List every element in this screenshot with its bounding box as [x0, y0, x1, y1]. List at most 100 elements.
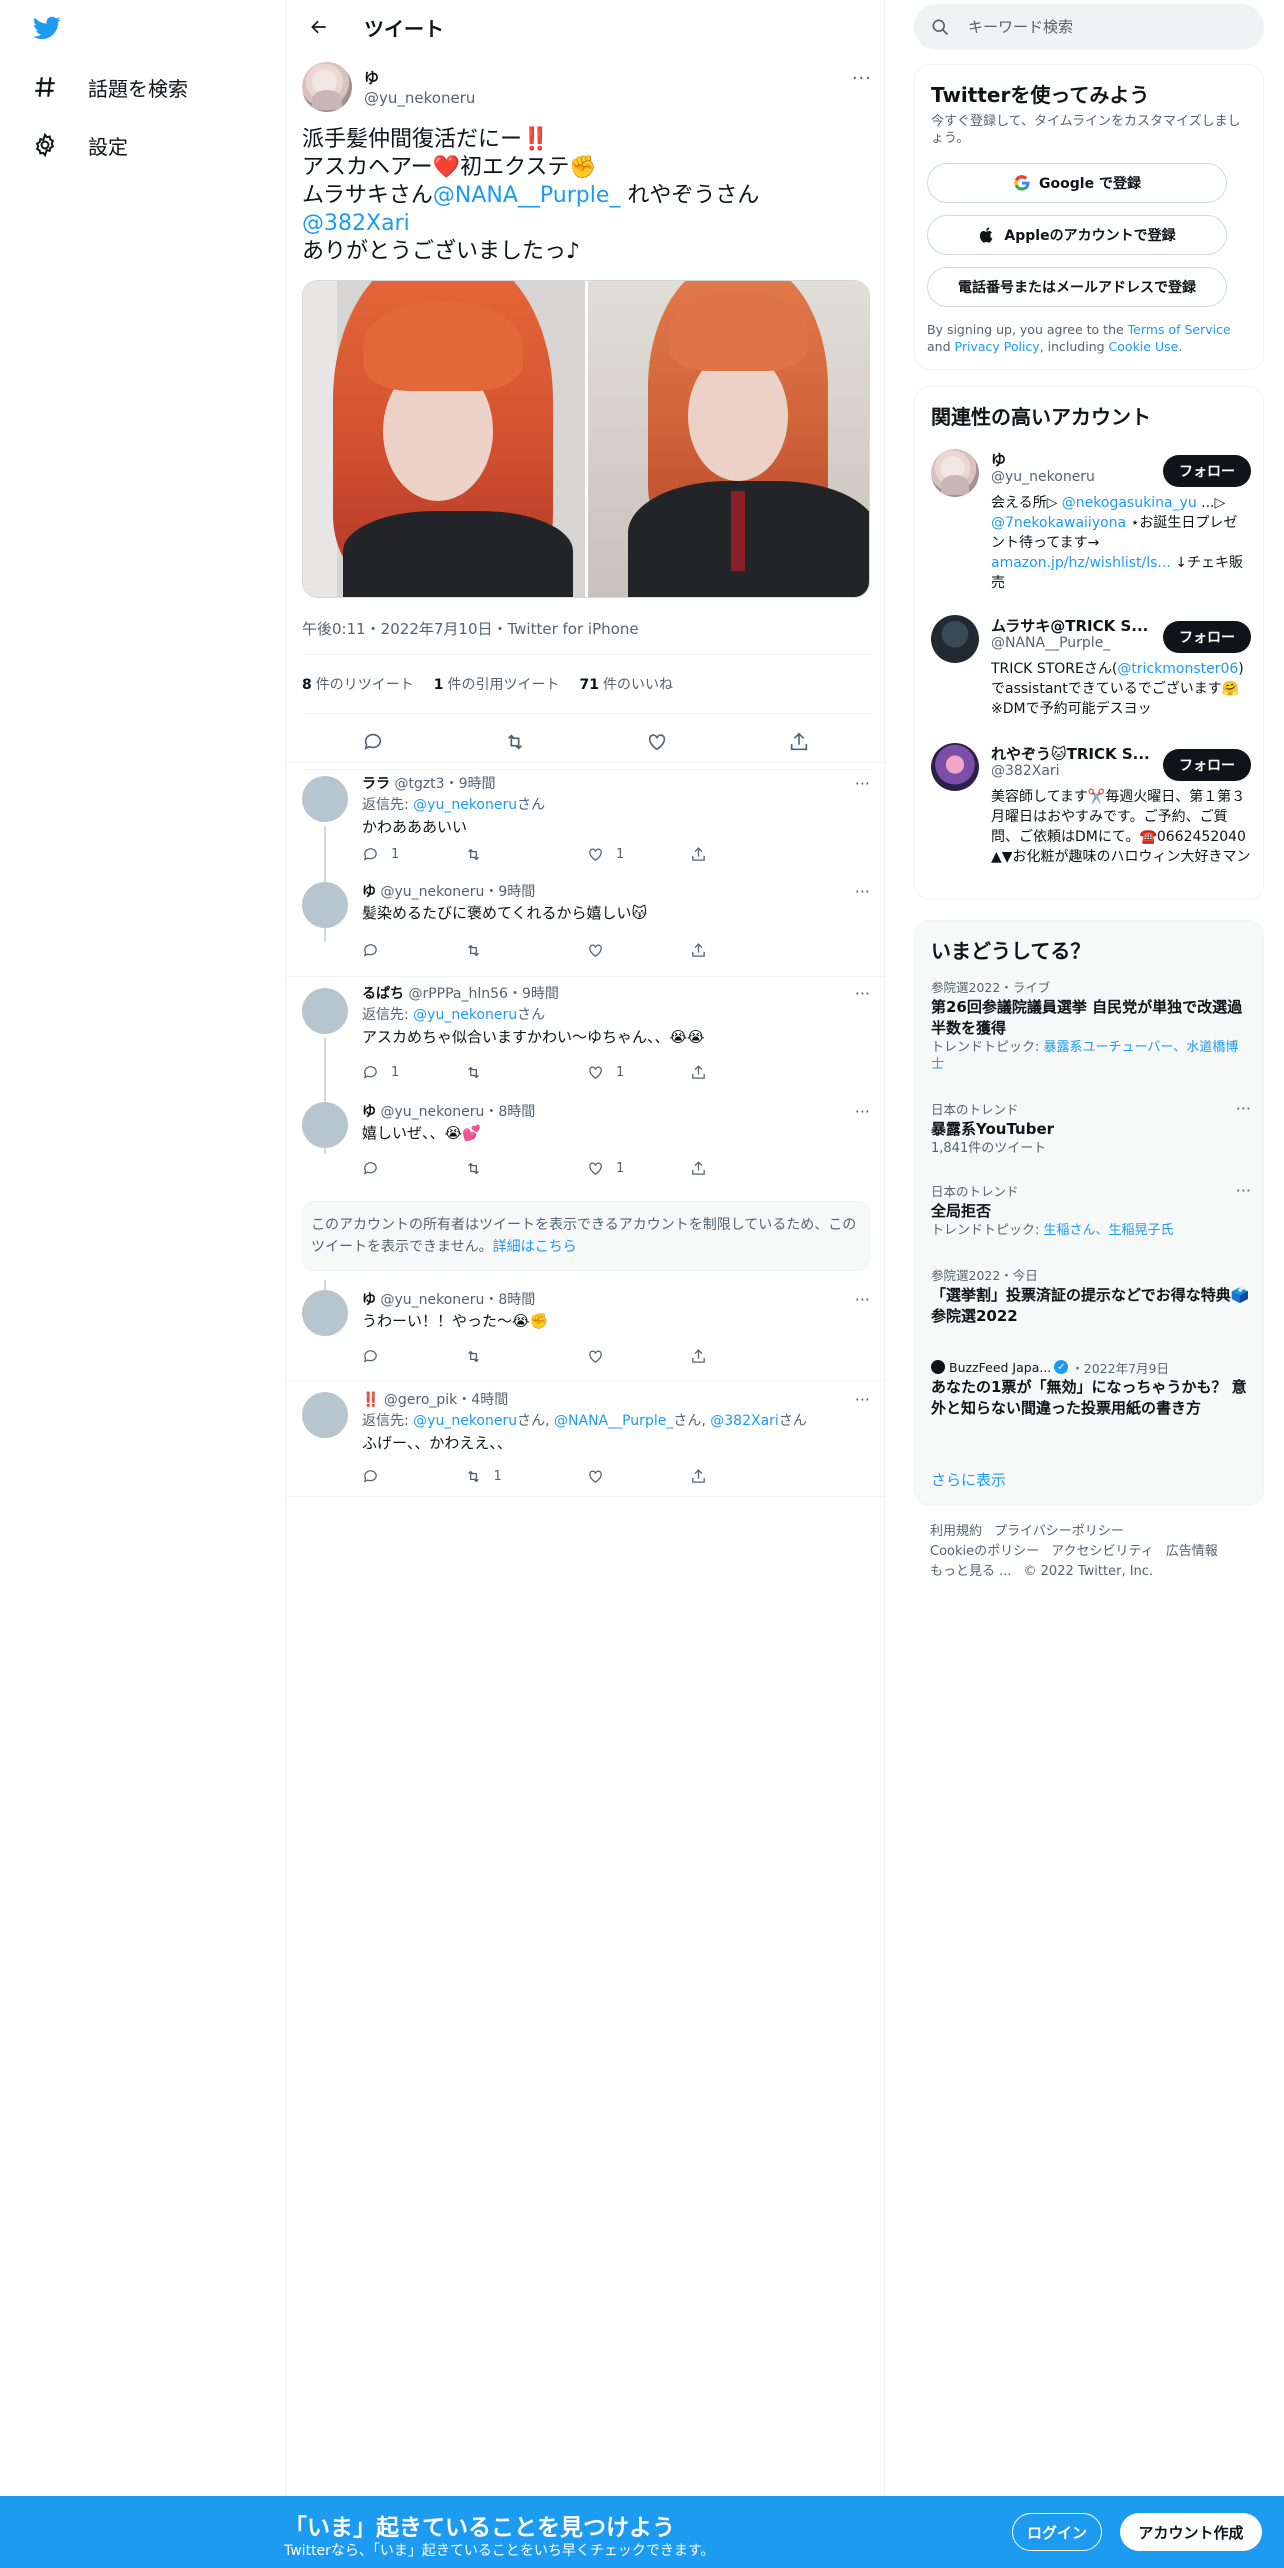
footer-link[interactable]: アクセシビリティ	[1051, 1544, 1154, 1559]
account-name[interactable]: ムラサキ@TRICK S...	[991, 615, 1151, 636]
avatar[interactable]	[931, 449, 979, 497]
footer-more-link[interactable]: もっと見る ...	[930, 1564, 1012, 1579]
apple-signup-button[interactable]: Appleのアカウントで登録	[927, 215, 1227, 255]
reply-button[interactable]: 1	[362, 1064, 465, 1081]
twitter-logo-icon[interactable]	[30, 14, 64, 42]
reply-author-name[interactable]: るぱち	[362, 986, 404, 1002]
reply-author-handle[interactable]: @yu_nekoneru	[380, 1104, 484, 1120]
retweet-button[interactable]	[465, 1348, 568, 1365]
retweet-button[interactable]	[465, 942, 568, 959]
wishlist-link[interactable]: amazon.jp/hz/wishlist/ls...	[991, 555, 1171, 571]
avatar[interactable]	[302, 1290, 348, 1336]
trend-item[interactable]: 参院選2022・ライブ 第26回参議院議員選挙 自民党が単独で改選過半数を獲得 …	[931, 977, 1251, 1073]
reply-author-handle[interactable]: @rPPPa_hln56	[408, 986, 507, 1002]
share-button[interactable]	[690, 846, 793, 863]
trend-item[interactable]: 日本のトレンド 暴露系YouTuber 1,841件のツイート ···	[931, 1099, 1251, 1157]
retweet-button[interactable]	[465, 1160, 568, 1177]
reply-tweet[interactable]: るぱち @rPPPa_hln56・9時間 返信先: @yu_nekoneruさん…	[286, 976, 886, 1154]
reply-time[interactable]: 8時間	[498, 1104, 535, 1120]
reply-author-handle[interactable]: @yu_nekoneru	[380, 1292, 484, 1308]
share-button[interactable]	[690, 1160, 793, 1177]
more-options-icon[interactable]: ···	[855, 984, 870, 1003]
avatar[interactable]	[302, 1102, 348, 1148]
mention-link[interactable]: @yu_nekoneru	[413, 797, 517, 813]
like-icon[interactable]	[646, 731, 668, 753]
mention-link[interactable]: @382Xari	[710, 1413, 779, 1429]
related-account[interactable]: ゆ @yu_nekoneru フォロー 会える所▷ @nekogasukina_…	[931, 449, 1251, 591]
privacy-link[interactable]: Privacy Policy	[955, 339, 1040, 354]
like-button[interactable]	[587, 1468, 690, 1485]
related-account[interactable]: ムラサキ@TRICK S... @NANA__Purple_ フォロー TRIC…	[931, 615, 1251, 725]
follow-button[interactable]: フォロー	[1163, 749, 1251, 781]
avatar[interactable]	[302, 1392, 348, 1438]
reply-author-name[interactable]: ゆ	[362, 1292, 376, 1308]
reply-button[interactable]	[362, 1160, 465, 1177]
retweet-button[interactable]	[465, 1064, 568, 1081]
more-options-icon[interactable]: ···	[1236, 1181, 1251, 1200]
reply-button[interactable]	[362, 942, 465, 959]
share-button[interactable]	[690, 942, 793, 959]
footer-link[interactable]: 利用規約	[930, 1524, 982, 1539]
nav-settings[interactable]: 設定	[28, 115, 128, 175]
reply-author-name[interactable]: ゆ	[362, 884, 376, 900]
more-options-icon[interactable]: ···	[855, 1290, 870, 1309]
tweet-photo[interactable]	[587, 281, 869, 597]
account-handle[interactable]: @NANA__Purple_	[991, 635, 1110, 651]
trend-item[interactable]: 参院選2022・今日 「選挙割」投票済証の提示などでお得な特典🗳️参院選2022	[931, 1265, 1251, 1327]
avatar[interactable]	[302, 882, 348, 928]
reply-author-handle[interactable]: @tgzt3	[394, 776, 444, 792]
reply-tweet[interactable]: ゆ @yu_nekoneru・9時間 髪染めるたびに褒めてくれるから嬉しい😽 ·…	[286, 870, 886, 976]
login-button[interactable]: ログイン	[1012, 2513, 1102, 2551]
likes-stat[interactable]: 71 件のいいね	[580, 674, 673, 694]
like-button[interactable]	[587, 1348, 690, 1365]
reply-author-handle[interactable]: @yu_nekoneru	[380, 884, 484, 900]
trend-item[interactable]: BuzzFeed Japa... ✓ ・2022年7月9日 あなたの1票が「無効…	[931, 1357, 1251, 1419]
more-options-icon[interactable]: ···	[852, 68, 872, 89]
reply-author-name[interactable]: ‼️	[362, 1392, 379, 1408]
avatar[interactable]	[302, 62, 352, 112]
reply-button[interactable]	[362, 1468, 465, 1485]
share-button[interactable]	[690, 1468, 793, 1485]
create-account-button[interactable]: アカウント作成	[1120, 2513, 1262, 2551]
reply-time[interactable]: 9時間	[498, 884, 535, 900]
follow-button[interactable]: フォロー	[1163, 455, 1251, 487]
mention-link[interactable]: @NANA__Purple_	[554, 1413, 673, 1429]
reply-button[interactable]	[362, 1348, 465, 1365]
mention-link[interactable]: @382Xari	[302, 211, 410, 236]
account-name[interactable]: れやぞう🐱TRICK S...	[991, 743, 1151, 764]
share-icon[interactable]	[788, 731, 810, 753]
footer-link[interactable]: プライバシーポリシー	[994, 1524, 1124, 1539]
author-handle[interactable]: @yu_nekoneru	[364, 89, 475, 107]
nav-explore[interactable]: 話題を検索	[28, 57, 188, 117]
mention-link[interactable]: @nekogasukina_yu	[1062, 495, 1197, 511]
like-button[interactable]: 1	[587, 1160, 690, 1177]
related-account[interactable]: れやぞう🐱TRICK S... @382Xari フォロー 美容師してます✂️毎…	[931, 743, 1251, 883]
tweet-photo[interactable]	[303, 281, 585, 597]
mention-link[interactable]: @trickmonster06	[1117, 661, 1238, 677]
reply-tweet[interactable]: ゆ @yu_nekoneru・8時間 嬉しいぜ、、😭💕 ··· 1	[286, 1092, 886, 1192]
reply-time[interactable]: 4時間	[471, 1392, 508, 1408]
reply-time[interactable]: 8時間	[498, 1292, 535, 1308]
quotes-stat[interactable]: 1 件の引用ツイート	[434, 674, 560, 694]
cookie-link[interactable]: Cookie Use	[1109, 339, 1179, 354]
reply-tweet[interactable]: ‼️ @gero_pik・4時間 返信先: @yu_nekoneruさん, @N…	[286, 1380, 886, 1496]
search-input[interactable]	[968, 18, 1228, 36]
reply-icon[interactable]	[362, 731, 384, 753]
like-button[interactable]: 1	[587, 1064, 690, 1081]
share-button[interactable]	[690, 1064, 793, 1081]
retweet-icon[interactable]	[504, 731, 526, 753]
mention-link[interactable]: @yu_nekoneru	[413, 1007, 517, 1023]
more-options-icon[interactable]: ···	[855, 1390, 870, 1409]
mention-link[interactable]: @7nekokawaiiyona	[991, 515, 1126, 531]
phone-email-signup-button[interactable]: 電話番号またはメールアドレスで登録	[927, 267, 1227, 307]
google-signup-button[interactable]: Google で登録	[927, 163, 1227, 203]
more-options-icon[interactable]: ···	[855, 1102, 870, 1121]
account-handle[interactable]: @382Xari	[991, 763, 1060, 779]
tweet-timestamp[interactable]: 午後0:11・2022年7月10日・Twitter for iPhone	[302, 618, 639, 639]
follow-button[interactable]: フォロー	[1163, 621, 1251, 653]
footer-link[interactable]: 広告情報	[1166, 1544, 1218, 1559]
retweet-button[interactable]: 1	[465, 1468, 568, 1485]
avatar[interactable]	[302, 988, 348, 1034]
reply-time[interactable]: 9時間	[459, 776, 496, 792]
reply-author-name[interactable]: ララ	[362, 776, 390, 792]
